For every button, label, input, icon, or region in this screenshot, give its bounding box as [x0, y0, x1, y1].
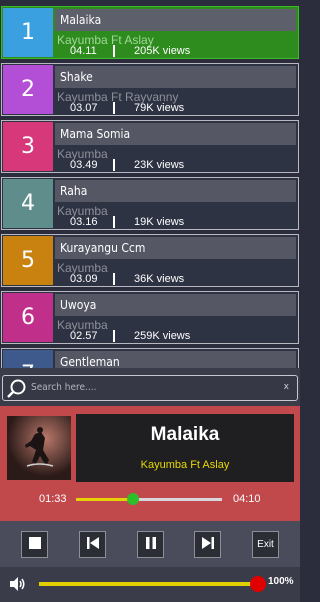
song-views: 19K views: [134, 216, 185, 228]
playback-controls: Exit: [0, 521, 300, 567]
stop-icon: [28, 535, 42, 554]
song-duration: 03.49: [70, 159, 98, 171]
song-title: Shake: [55, 66, 296, 88]
now-playing-info: Malaika Kayumba Ft Aslay: [76, 414, 294, 482]
song-title: Raha: [55, 180, 296, 202]
stop-button[interactable]: [21, 531, 48, 558]
song-number: 6: [3, 293, 53, 342]
seek-handle[interactable]: [126, 493, 139, 505]
song-row[interactable]: 5 Kurayangu Ccm Kayumba 03.09 36K views: [1, 234, 299, 287]
song-row[interactable]: 2 Shake Kayumba Ft Rayvanny 03.07 79K views: [1, 63, 299, 116]
song-duration: 04.11: [70, 45, 97, 57]
song-number: 5: [3, 236, 53, 285]
song-duration: 03.09: [70, 273, 98, 285]
previous-button[interactable]: [79, 531, 106, 558]
song-row[interactable]: 1 Malaika Kayumba Ft Aslay 04.11 205K views: [1, 6, 299, 59]
song-title: Malaika: [55, 9, 296, 31]
pause-button[interactable]: [137, 531, 164, 558]
song-number: 2: [3, 65, 53, 114]
song-number: 1: [3, 8, 53, 57]
separator: [113, 330, 115, 342]
volume-handle[interactable]: [250, 576, 266, 592]
song-views: 36K views: [134, 273, 185, 285]
now-playing-artist: Kayumba Ft Aslay: [140, 459, 230, 471]
search-input[interactable]: Search here....: [31, 382, 96, 393]
volume-bar: 100%: [0, 567, 300, 602]
pause-icon: [144, 535, 158, 554]
song-number: 3: [3, 122, 53, 171]
song-title: Uwoya: [55, 294, 296, 316]
song-list[interactable]: 1 Malaika Kayumba Ft Aslay 04.11 205K views 2…: [0, 0, 300, 370]
album-art: [7, 416, 71, 480]
song-row[interactable]: 6 Uwoya Kayumba 02.57 259K views: [1, 291, 299, 344]
song-duration: 03.16: [70, 216, 98, 228]
skip-previous-icon: [86, 535, 100, 554]
skip-next-icon: [201, 535, 215, 554]
volume-slider[interactable]: [39, 576, 266, 592]
elapsed-time: 01:33: [39, 493, 67, 505]
song-title: Kurayangu Ccm: [55, 237, 296, 259]
song-duration: 02.57: [70, 330, 98, 342]
song-number: 7: [3, 350, 53, 370]
now-playing-title: Malaika: [150, 424, 220, 445]
separator: [113, 273, 115, 285]
separator: [113, 102, 115, 114]
song-views: 259K views: [134, 330, 191, 342]
volume-percent: 100%: [268, 576, 294, 587]
song-duration: 03.07: [70, 102, 98, 114]
volume-icon[interactable]: [8, 575, 26, 597]
separator: [113, 216, 115, 228]
total-time: 04:10: [233, 493, 261, 505]
seek-bar[interactable]: [76, 493, 222, 505]
song-views: 205K views: [134, 45, 191, 57]
song-row[interactable]: 7Gentleman: [1, 348, 299, 370]
song-views: 79K views: [134, 102, 185, 114]
exit-button[interactable]: Exit: [252, 531, 279, 558]
song-views: 23K views: [134, 159, 185, 171]
separator: [113, 45, 115, 57]
next-button[interactable]: [194, 531, 221, 558]
song-title: Mama Somia: [55, 123, 296, 145]
seek-progress: [76, 498, 133, 501]
search-bar[interactable]: Search here.... x: [2, 375, 298, 401]
separator: [113, 159, 115, 171]
clear-search-button[interactable]: x: [284, 382, 289, 392]
song-number: 4: [3, 179, 53, 228]
song-row[interactable]: 4 Raha Kayumba 03.16 19K views: [1, 177, 299, 230]
now-playing-panel: Malaika Kayumba Ft Aslay 01:33 04:10: [0, 406, 300, 521]
search-icon[interactable]: [6, 378, 28, 404]
song-row[interactable]: 3 Mama Somia Kayumba 03.49 23K views: [1, 120, 299, 173]
